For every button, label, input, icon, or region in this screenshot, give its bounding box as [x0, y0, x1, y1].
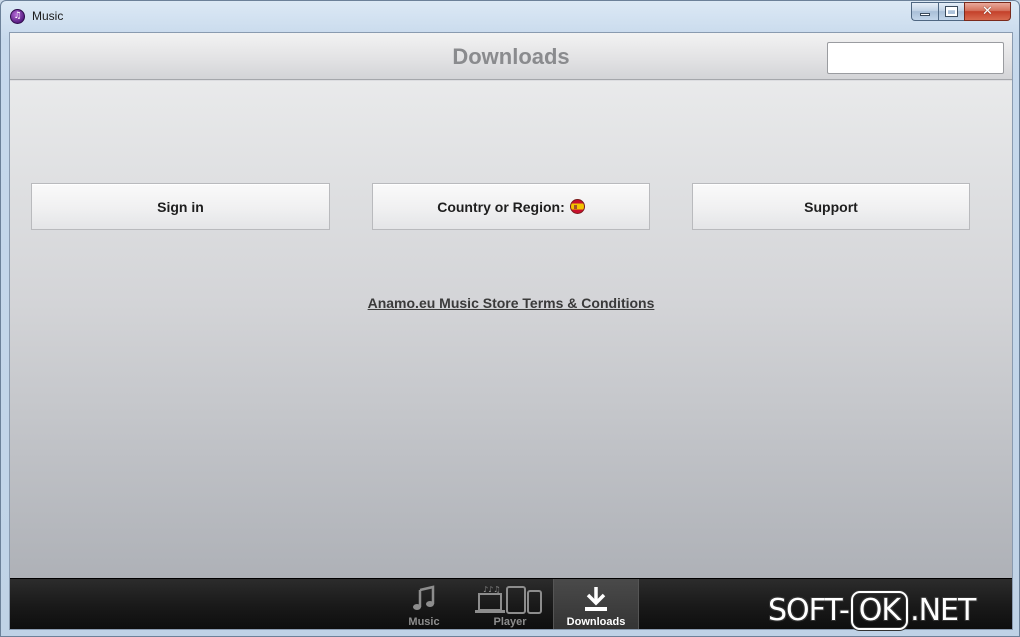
watermark-box: OK: [850, 590, 909, 630]
tab-downloads-label: Downloads: [566, 616, 626, 628]
client-area: Downloads Sign in Country or Region: Sup…: [9, 32, 1013, 630]
music-note-icon: [411, 584, 437, 614]
app-window: ♫ Music ✕ Downloads Sign in Country or R…: [0, 0, 1020, 637]
watermark-left: SOFT-: [768, 592, 850, 628]
sign-in-button[interactable]: Sign in: [31, 183, 330, 230]
tab-player-label: Player: [493, 616, 527, 628]
sign-in-label: Sign in: [157, 198, 204, 215]
tab-downloads[interactable]: Downloads: [553, 579, 639, 629]
main-content: Sign in Country or Region: Support Anamo…: [10, 81, 1012, 578]
svg-text:♪♪♫: ♪♪♫: [483, 585, 500, 594]
music-app-icon: ♫: [10, 9, 25, 24]
watermark: SOFT- OK .NET: [768, 588, 976, 632]
terms-conditions-link[interactable]: Anamo.eu Music Store Terms & Conditions: [368, 295, 655, 311]
download-icon: [582, 584, 610, 614]
maximize-icon: [945, 6, 958, 17]
watermark-right: .NET: [910, 592, 976, 628]
minimize-icon: [920, 13, 930, 16]
support-label: Support: [804, 198, 858, 215]
country-region-label: Country or Region:: [437, 198, 565, 215]
terms-container: Anamo.eu Music Store Terms & Conditions: [10, 295, 1012, 313]
search-input[interactable]: [827, 42, 1004, 74]
tab-player[interactable]: ♪♪♫ Player: [467, 579, 553, 629]
title-bar[interactable]: ♫ Music ✕: [1, 1, 1019, 31]
header-bar: Downloads: [10, 33, 1012, 80]
close-button[interactable]: ✕: [964, 2, 1011, 21]
maximize-button[interactable]: [938, 2, 964, 21]
close-icon: ✕: [982, 4, 993, 19]
spain-flag-icon: [569, 199, 585, 214]
window-controls: ✕: [911, 2, 1011, 22]
tab-music[interactable]: Music: [381, 579, 467, 629]
support-button[interactable]: Support: [692, 183, 970, 230]
devices-icon: ♪♪♫: [475, 584, 545, 614]
minimize-button[interactable]: [911, 2, 938, 21]
country-region-button[interactable]: Country or Region:: [372, 183, 650, 230]
window-title: Music: [32, 9, 64, 23]
tab-music-label: Music: [408, 616, 440, 628]
